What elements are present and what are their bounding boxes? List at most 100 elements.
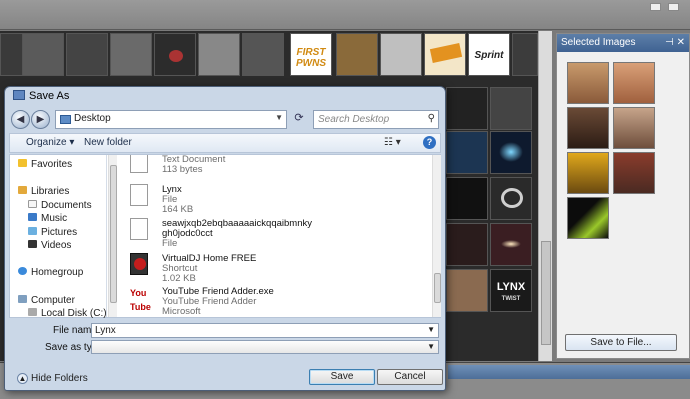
- music-icon: [28, 213, 37, 221]
- hide-folders-toggle[interactable]: ▲ Hide Folders: [17, 373, 88, 384]
- app-toolbar: [0, 0, 690, 30]
- homegroup-icon: [18, 267, 27, 275]
- list-item[interactable]: Text Document 113 bytes: [130, 155, 430, 179]
- nav-libraries[interactable]: Libraries: [18, 186, 69, 197]
- organize-menu[interactable]: Organize ▾: [26, 137, 74, 148]
- maximize-icon[interactable]: [668, 3, 679, 11]
- selected-images-panel: Selected Images ⊣ ✕ Save to File...: [556, 33, 690, 359]
- view-options-icon[interactable]: ☷ ▾: [384, 137, 401, 148]
- save-type-select[interactable]: ▼: [91, 340, 439, 354]
- save-button[interactable]: Save: [309, 369, 375, 385]
- search-icon[interactable]: ⚲: [428, 113, 435, 124]
- image-thumbnail[interactable]: [490, 223, 532, 266]
- file-list-scrollbar[interactable]: [432, 155, 441, 317]
- minimize-icon[interactable]: [650, 3, 661, 11]
- scrollbar-thumb[interactable]: [434, 273, 441, 303]
- image-thumbnail[interactable]: [380, 33, 422, 76]
- thumb-text: FIRST: [296, 47, 326, 58]
- image-thumbnail[interactable]: [446, 131, 488, 174]
- thumb-text: Sprint: [474, 50, 504, 61]
- help-icon[interactable]: ?: [423, 136, 436, 149]
- image-thumbnail[interactable]: [424, 33, 466, 76]
- thumb-text: TWIST: [501, 296, 521, 302]
- address-bar[interactable]: Desktop ▼: [55, 110, 287, 129]
- image-thumbnail[interactable]: [66, 33, 108, 76]
- panel-title: Selected Images: [561, 37, 636, 48]
- panel-pin-close-icons[interactable]: ⊣ ✕: [665, 37, 685, 48]
- nav-scrollbar[interactable]: [108, 155, 117, 317]
- image-thumbnail[interactable]: LYNX TWIST: [490, 269, 532, 312]
- file-name-value: Lynx: [95, 325, 116, 336]
- scrollbar-thumb[interactable]: [110, 165, 117, 303]
- selected-image[interactable]: [613, 107, 655, 149]
- image-thumbnail[interactable]: [446, 87, 488, 130]
- back-icon[interactable]: ◀: [11, 110, 30, 129]
- image-thumbnail[interactable]: Sprint: [468, 33, 510, 76]
- image-thumbnail[interactable]: [446, 177, 488, 220]
- picture-icon: [28, 227, 37, 235]
- image-thumbnail[interactable]: [512, 33, 538, 76]
- nav-computer[interactable]: Computer: [18, 295, 75, 306]
- nav-favorites[interactable]: Favorites: [18, 159, 72, 170]
- image-thumbnail[interactable]: [446, 269, 488, 312]
- image-thumbnail[interactable]: [22, 33, 64, 76]
- scrollbar-thumb[interactable]: [541, 241, 551, 345]
- selected-image[interactable]: [567, 62, 609, 104]
- image-thumbnail[interactable]: [490, 131, 532, 174]
- file-name-field[interactable]: Lynx ▼: [91, 323, 439, 338]
- file-list: Text Document 113 bytes Lynx File 164 KB…: [120, 155, 432, 317]
- image-thumbnail[interactable]: FIRST PWNS: [290, 33, 332, 76]
- address-text: Desktop: [74, 113, 111, 124]
- dialog-toolbar: Organize ▾ New folder ☷ ▾ ?: [9, 133, 441, 153]
- nav-videos[interactable]: Videos: [28, 240, 71, 251]
- image-thumbnail[interactable]: [242, 33, 284, 76]
- nav-local-disk[interactable]: Local Disk (C:): [28, 308, 107, 319]
- nav-music[interactable]: Music: [28, 213, 67, 224]
- image-thumbnail[interactable]: [110, 33, 152, 76]
- image-thumbnail[interactable]: [198, 33, 240, 76]
- image-thumbnail[interactable]: [490, 87, 532, 130]
- cancel-button[interactable]: Cancel: [377, 369, 443, 385]
- image-thumbnail[interactable]: [490, 177, 532, 220]
- new-folder-button[interactable]: New folder: [84, 137, 132, 148]
- image-thumbnail[interactable]: [336, 33, 378, 76]
- selected-image[interactable]: [567, 152, 609, 194]
- forward-icon[interactable]: ▶: [31, 110, 50, 129]
- list-item[interactable]: You Tube YouTube Friend Adder.exe YouTub…: [130, 286, 430, 317]
- list-item[interactable]: VirtualDJ Home FREE Shortcut 1.02 KB: [130, 253, 430, 284]
- grid-scrollbar[interactable]: [538, 31, 552, 361]
- selected-image[interactable]: [567, 197, 609, 239]
- save-to-file-button[interactable]: Save to File...: [565, 334, 677, 351]
- dialog-icon: [13, 90, 25, 100]
- list-item[interactable]: Lynx File 164 KB: [130, 184, 430, 215]
- selected-image[interactable]: [613, 62, 655, 104]
- chevron-down-icon[interactable]: ▼: [427, 342, 435, 351]
- nav-pictures[interactable]: Pictures: [28, 227, 77, 238]
- dialog-titlebar: Save As: [5, 87, 445, 107]
- search-placeholder: Search Desktop: [318, 114, 390, 125]
- search-input[interactable]: Search Desktop ⚲: [313, 110, 439, 129]
- panel-header: Selected Images ⊣ ✕: [557, 34, 689, 52]
- chevron-down-icon[interactable]: ▼: [275, 113, 283, 122]
- refresh-icon[interactable]: ⟳: [291, 111, 307, 128]
- image-thumbnail[interactable]: [154, 33, 196, 76]
- thumb-text: LYNX: [496, 281, 526, 293]
- library-icon: [18, 186, 27, 194]
- image-thumbnail[interactable]: [446, 223, 488, 266]
- video-icon: [28, 240, 37, 248]
- chevron-up-icon: ▲: [17, 373, 28, 384]
- file-icon: [130, 218, 148, 240]
- chevron-down-icon[interactable]: ▼: [427, 325, 435, 334]
- selected-image[interactable]: [613, 152, 655, 194]
- file-detail: File: [162, 238, 178, 249]
- virtualdj-icon: [130, 253, 148, 275]
- address-row: ◀ ▶ Desktop ▼ ⟳ Search Desktop ⚲: [9, 109, 441, 131]
- selected-image[interactable]: [567, 107, 609, 149]
- nav-homegroup[interactable]: Homegroup: [18, 267, 83, 278]
- list-item[interactable]: seawjxqb2ebqbaaaaaickqqaibmnky gh0jodc0c…: [130, 218, 430, 249]
- text-file-icon: [130, 155, 148, 173]
- nav-documents[interactable]: Documents: [28, 200, 92, 211]
- file-detail: 113 bytes: [162, 164, 203, 175]
- save-as-dialog: Save As ◀ ▶ Desktop ▼ ⟳ Search Desktop ⚲…: [4, 86, 446, 391]
- star-icon: [18, 159, 27, 167]
